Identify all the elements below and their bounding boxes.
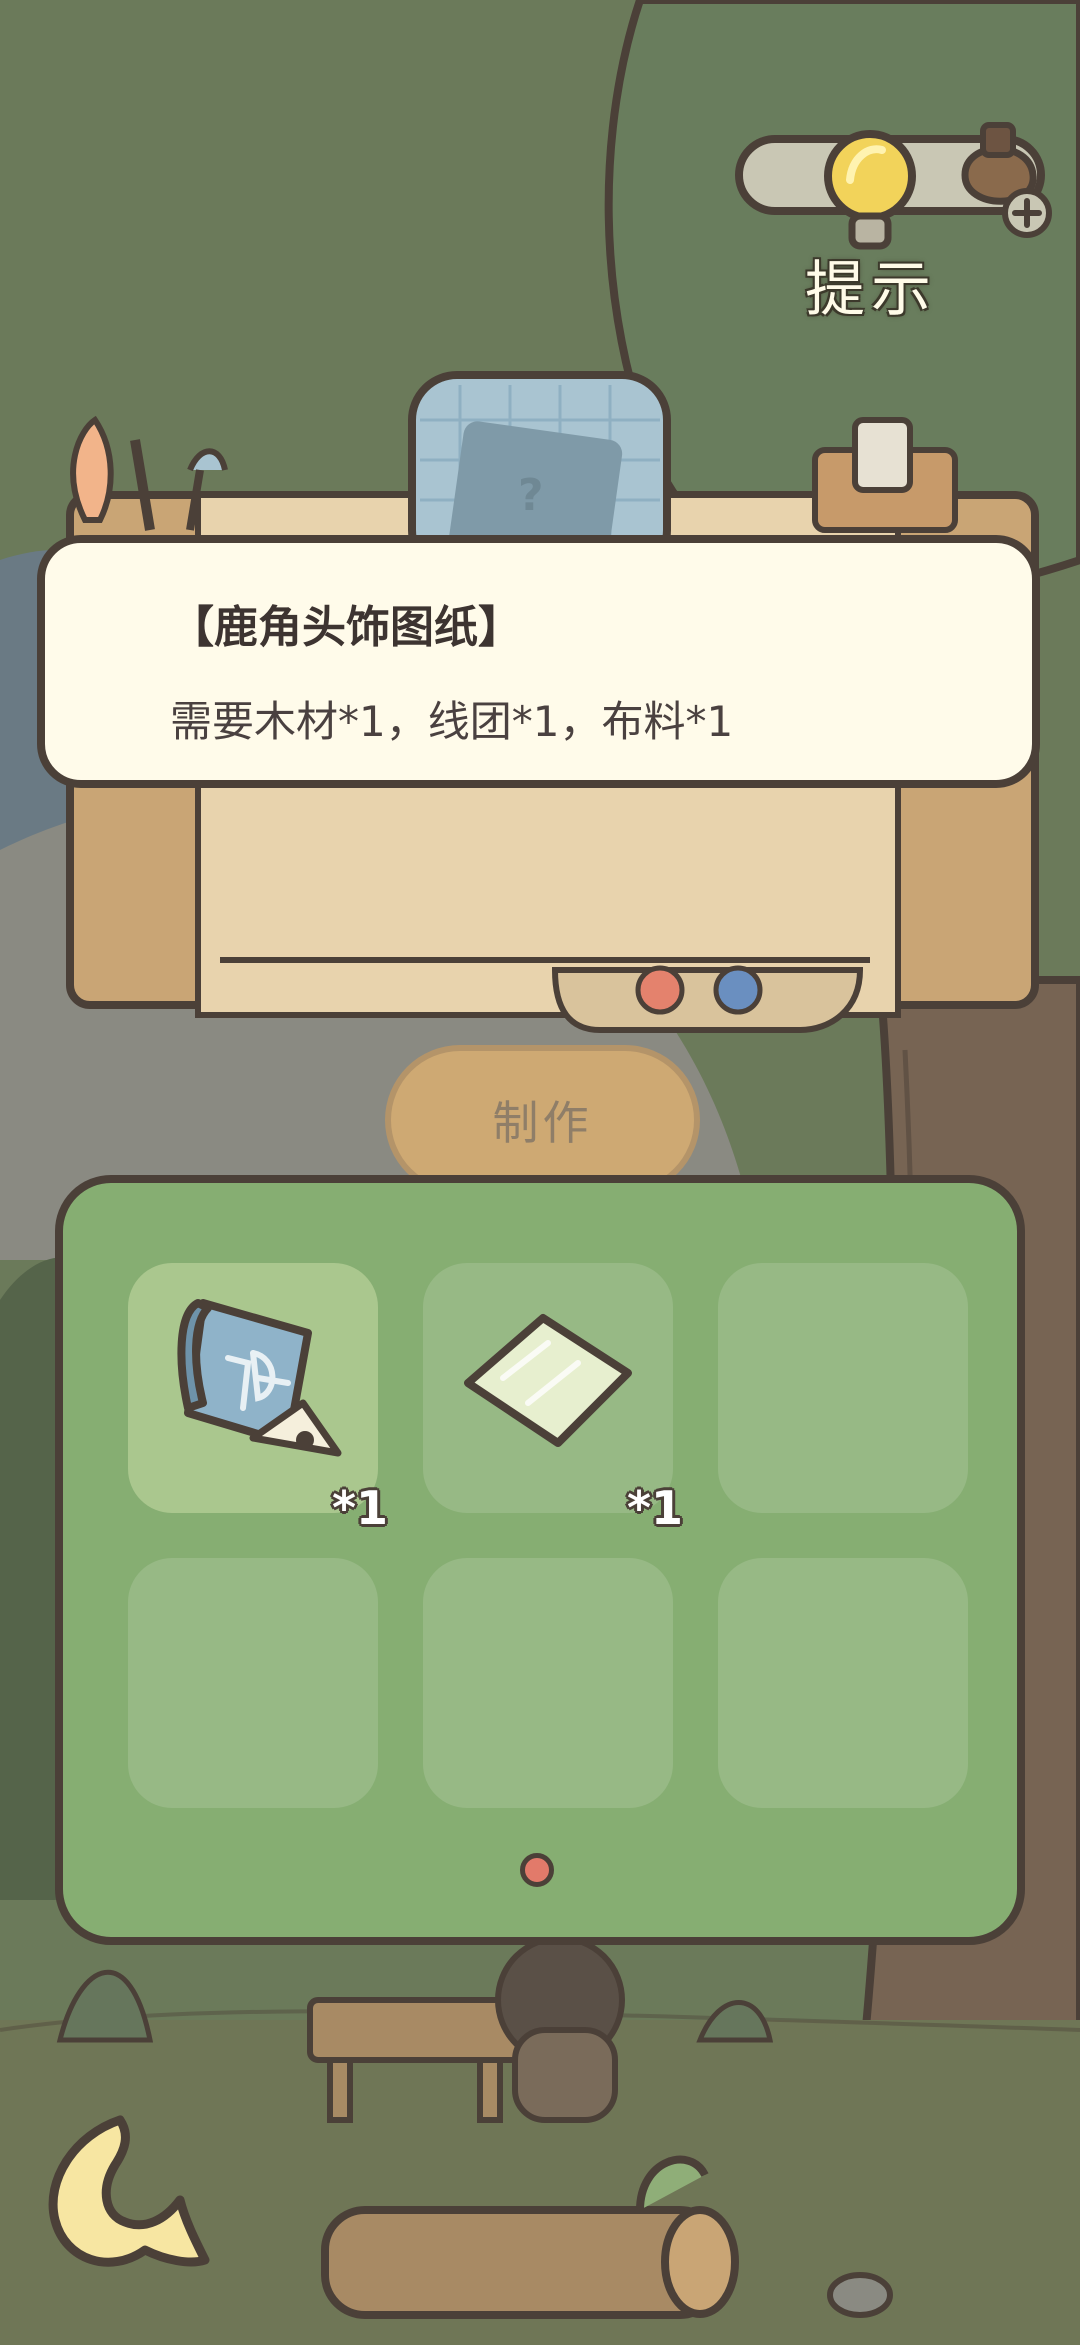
glass-pane-icon	[464, 1314, 632, 1447]
svg-text:?: ?	[518, 470, 544, 521]
inventory-slot-2[interactable]: *1	[423, 1263, 683, 1535]
craft-button[interactable]: 制作	[385, 1045, 700, 1195]
recipe-requirements: 需要木材*1，线团*1，布料*1	[170, 697, 734, 746]
hint-label[interactable]: 提示	[805, 250, 955, 330]
page-indicator-dot	[520, 1853, 554, 1887]
inventory-slot-6[interactable]	[718, 1558, 968, 1808]
inventory-slot-5[interactable]	[423, 1558, 673, 1808]
inventory-slot-3[interactable]	[718, 1263, 968, 1513]
inventory-slot-4[interactable]	[128, 1558, 378, 1808]
recipe-info-card: 【鹿角头饰图纸】 需要木材*1，线团*1，布料*1	[37, 535, 1040, 788]
add-hint-icon[interactable]	[945, 115, 1055, 245]
slot-count: *1	[626, 1481, 683, 1535]
craft-button-label: 制作	[492, 1096, 593, 1150]
lightbulb-icon[interactable]	[820, 128, 920, 258]
slot-count: *1	[331, 1481, 388, 1535]
recipe-title: 【鹿角头饰图纸】	[170, 602, 522, 653]
inventory-slot-1[interactable]: *1	[128, 1263, 388, 1535]
blueprint-icon	[177, 1299, 342, 1457]
back-arrow-icon[interactable]	[35, 2110, 215, 2280]
inventory-panel: *1 *1	[55, 1175, 1025, 1945]
